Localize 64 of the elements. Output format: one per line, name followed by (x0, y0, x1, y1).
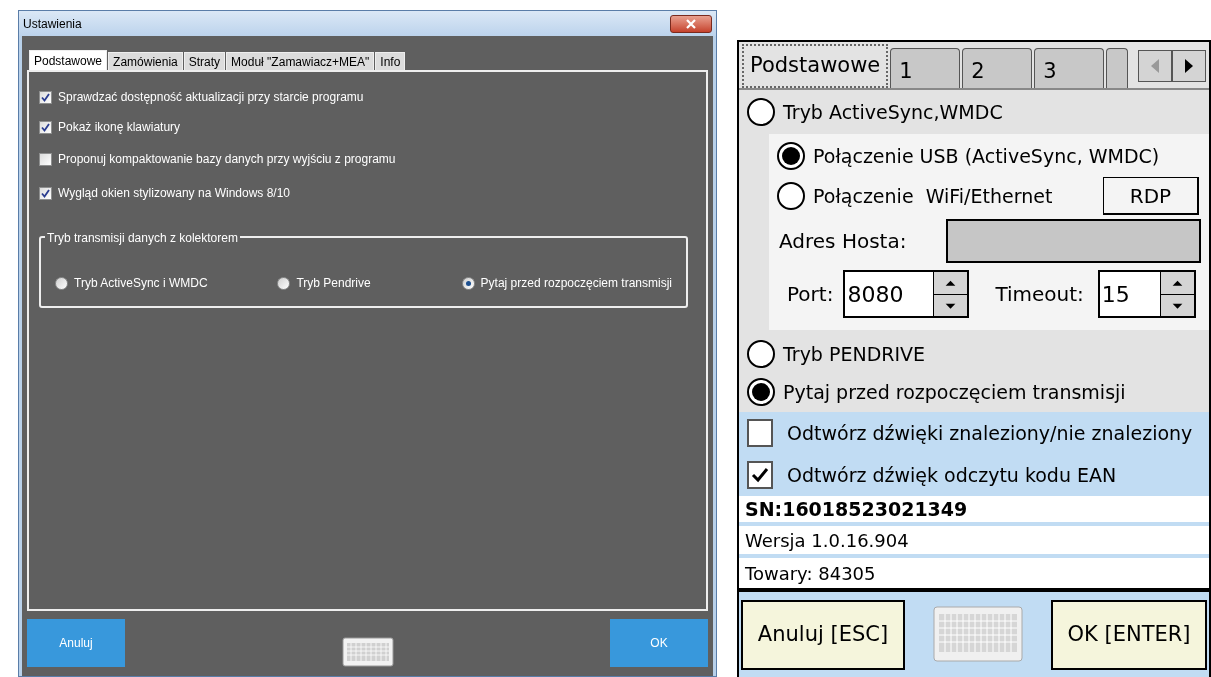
radio-button[interactable] (777, 182, 805, 210)
radio-label: Tryb PENDRIVE (783, 341, 926, 367)
check-icon (41, 188, 50, 198)
scroll-right-button[interactable] (1172, 50, 1206, 82)
version-text: Wersja 1.0.16.904 (739, 526, 1209, 558)
tab[interactable]: Straty (183, 52, 226, 70)
timeout-label: Timeout: (995, 281, 1084, 308)
tab[interactable]: 3 (1034, 48, 1105, 88)
close-button[interactable] (670, 14, 712, 33)
timeout-value: 15 (1100, 280, 1131, 309)
checkbox[interactable] (39, 152, 52, 166)
rdp-button[interactable]: RDP (1103, 177, 1199, 215)
items-count: Towary: 84305 (744, 561, 877, 586)
right-arrow-icon (1185, 59, 1193, 73)
checkbox[interactable] (39, 90, 52, 104)
checkbox[interactable] (747, 419, 773, 447)
checkbox[interactable] (747, 461, 773, 489)
check-icon (41, 122, 50, 132)
checkbox-label: Proponuj kompaktowanie bazy danych przy wyjściu z programu (58, 151, 396, 168)
radio-label: Połączenie USB (ActiveSync, WMDC) (813, 143, 1160, 169)
cancel-button[interactable]: Anuluj [ESC] (741, 600, 905, 670)
radio-label: Tryb Pendrive (296, 275, 371, 292)
checkbox-label: Odtwórz dźwięk odczytu kodu EAN (787, 462, 1117, 488)
window-title: Ustawienia (23, 15, 82, 33)
checkbox-label: Wygląd okien stylizowany na Windows 8/10 (58, 185, 290, 202)
tab[interactable]: 2 (962, 48, 1033, 88)
checkbox[interactable] (39, 120, 52, 134)
check-icon (41, 92, 50, 102)
checkbox-label: Sprawdzać dostępność aktualizacji przy starcie programu (58, 89, 364, 106)
radio-button[interactable] (277, 276, 291, 290)
check-icon (751, 467, 769, 483)
radio-button[interactable] (747, 98, 775, 126)
tab[interactable]: 1 (890, 48, 961, 88)
serial-number: SN:16018523021349 (739, 496, 1209, 526)
checkbox[interactable] (39, 186, 52, 200)
checkbox-label: Odtwórz dźwięki znaleziony/nie znaleziony (787, 420, 1193, 446)
checkbox-label: Pokaż ikonę klawiatury (58, 119, 181, 136)
tab[interactable]: Podstawowe (29, 50, 108, 70)
port-value: 8080 (846, 280, 905, 309)
tab[interactable]: Zamówienia (108, 52, 183, 70)
radio-button[interactable] (747, 340, 775, 368)
port-label: Port: (787, 281, 834, 308)
tab[interactable] (1106, 48, 1129, 88)
radio-button[interactable] (461, 276, 475, 290)
port-spinner[interactable]: 8080 (843, 270, 970, 318)
timeout-spinner[interactable]: 15 (1097, 270, 1196, 318)
left-arrow-icon (1151, 59, 1159, 73)
radio-label: Tryb ActiveSync i WMDC (74, 275, 208, 292)
radio-label: Pytaj przed rozpoczęciem transmisji (783, 379, 1126, 405)
host-label: Adres Hosta: (778, 228, 907, 255)
radio-label: Tryb ActiveSync,WMDC (783, 99, 1003, 125)
ok-button[interactable]: OK [ENTER] (1051, 600, 1207, 670)
host-field[interactable] (946, 219, 1201, 263)
radio-button[interactable] (747, 378, 775, 406)
scroll-left-button[interactable] (1138, 50, 1172, 82)
radio-label: Pytaj przed rozpoczęciem transmisji (480, 275, 672, 292)
tab[interactable]: Info (375, 52, 406, 70)
keyboard-icon[interactable] (341, 637, 394, 667)
close-icon (685, 18, 697, 29)
radio-button[interactable] (55, 276, 68, 290)
tab[interactable]: Moduł "Zamawiacz+MEA" (226, 52, 375, 70)
radio-button[interactable] (777, 142, 805, 170)
tab[interactable]: Podstawowe (742, 44, 889, 88)
radio-label: Połączenie WiFi/Ethernet (813, 183, 1053, 209)
